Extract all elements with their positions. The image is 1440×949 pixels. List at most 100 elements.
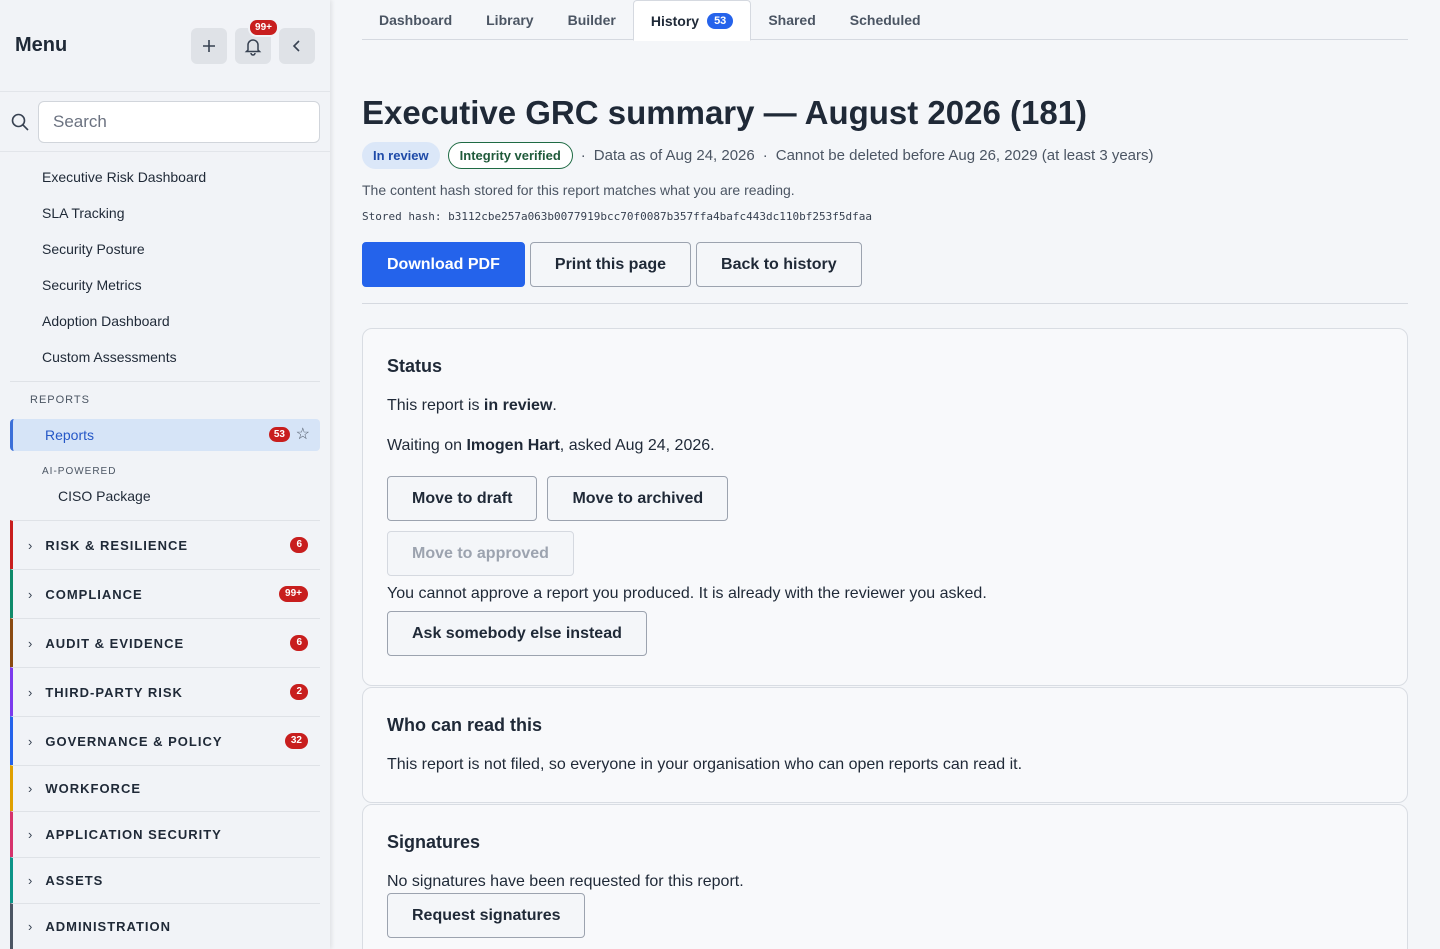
reports-count-badge: 53 bbox=[268, 427, 290, 442]
group-label: GOVERNANCE & POLICY bbox=[45, 733, 223, 749]
group-application-security[interactable]: › APPLICATION SECURITY bbox=[10, 811, 320, 857]
group-assets[interactable]: › ASSETS bbox=[10, 857, 320, 903]
group-administration[interactable]: › ADMINISTRATION bbox=[10, 903, 320, 949]
signatures-actions: Request signatures bbox=[387, 893, 1383, 938]
waiting-suffix: , asked Aug 24, 2026. bbox=[559, 437, 715, 454]
tab-builder[interactable]: Builder bbox=[551, 0, 633, 40]
tab-history[interactable]: History 53 bbox=[632, 0, 752, 41]
status-actions: Move to draft Move to archived bbox=[387, 476, 1383, 521]
data-as-of: Data as of Aug 24, 2026 bbox=[593, 147, 755, 164]
page-title: Executive GRC summary — August 2026 (181… bbox=[362, 94, 1088, 131]
bell-icon bbox=[244, 38, 262, 56]
group-label: THIRD-PARTY RISK bbox=[45, 684, 183, 700]
tab-library[interactable]: Library bbox=[469, 0, 550, 40]
divider bbox=[10, 381, 320, 382]
nav-adoption-dashboard[interactable]: Adoption Dashboard bbox=[0, 303, 330, 339]
sidebar-groups: › RISK & RESILIENCE 6 › COMPLIANCE 99+ ›… bbox=[0, 520, 330, 949]
stored-hash: Stored hash: b3112cbe257a063b0077919bcc7… bbox=[362, 210, 872, 223]
chevron-right-icon: › bbox=[28, 919, 34, 934]
group-label: WORKFORCE bbox=[45, 781, 142, 796]
waiting-prefix: Waiting on bbox=[387, 437, 467, 454]
group-count-badge: 99+ bbox=[279, 586, 308, 602]
approve-row: Move to approved bbox=[387, 531, 1383, 576]
group-compliance[interactable]: › COMPLIANCE 99+ bbox=[10, 569, 320, 618]
group-audit-evidence[interactable]: › AUDIT & EVIDENCE 6 bbox=[10, 618, 320, 667]
request-signatures-button[interactable]: Request signatures bbox=[387, 893, 586, 938]
group-label: COMPLIANCE bbox=[45, 586, 143, 602]
access-heading: Who can read this bbox=[387, 715, 543, 735]
notification-count-badge: 99+ bbox=[248, 17, 279, 37]
reports-label: Reports bbox=[45, 427, 95, 443]
ask-somebody-else-button[interactable]: Ask somebody else instead bbox=[387, 611, 647, 656]
history-count-badge: 53 bbox=[707, 12, 734, 29]
chevron-right-icon: › bbox=[28, 684, 34, 700]
divider bbox=[362, 303, 1408, 304]
reviewer-name: Imogen Hart bbox=[466, 437, 560, 454]
chevron-right-icon: › bbox=[28, 781, 34, 796]
status-prefix: This report is bbox=[387, 397, 484, 414]
chevron-right-icon: › bbox=[28, 586, 34, 602]
group-label: ADMINISTRATION bbox=[45, 919, 172, 934]
move-to-draft-button[interactable]: Move to draft bbox=[387, 476, 538, 521]
access-text: This report is not filed, so everyone in… bbox=[387, 756, 1023, 773]
group-label: RISK & RESILIENCE bbox=[45, 537, 189, 553]
chevron-right-icon: › bbox=[28, 537, 34, 553]
ask-row: Ask somebody else instead bbox=[387, 611, 1383, 656]
hash-note: The content hash stored for this report … bbox=[362, 182, 795, 198]
cannot-approve-note: You cannot approve a report you produced… bbox=[387, 585, 987, 602]
nav-sla-tracking[interactable]: SLA Tracking bbox=[0, 195, 330, 231]
nav-executive-risk-dashboard[interactable]: Executive Risk Dashboard bbox=[0, 159, 330, 195]
download-pdf-button[interactable]: Download PDF bbox=[362, 242, 525, 287]
nav-custom-assessments[interactable]: Custom Assessments bbox=[0, 339, 330, 375]
plus-icon bbox=[203, 39, 215, 52]
nav-security-metrics[interactable]: Security Metrics bbox=[0, 267, 330, 303]
search-icon bbox=[11, 113, 29, 131]
integrity-badge: Integrity verified bbox=[447, 142, 573, 169]
nav-security-posture[interactable]: Security Posture bbox=[0, 231, 330, 267]
status-suffix: . bbox=[552, 397, 557, 414]
chevron-right-icon: › bbox=[28, 635, 34, 651]
status-badge: In review bbox=[362, 142, 440, 169]
status-line: This report is in review. bbox=[387, 397, 1383, 415]
group-governance-policy[interactable]: › GOVERNANCE & POLICY 32 bbox=[10, 716, 320, 765]
signatures-heading: Signatures bbox=[387, 832, 481, 852]
sidebar-item-reports[interactable]: Reports 53 ☆ bbox=[10, 419, 320, 451]
signatures-text: No signatures have been requested for th… bbox=[387, 873, 744, 890]
back-to-history-button[interactable]: Back to history bbox=[696, 242, 862, 287]
star-icon[interactable]: ☆ bbox=[296, 424, 310, 444]
sidebar-search: Search bbox=[0, 92, 330, 152]
group-count-badge: 32 bbox=[284, 733, 308, 749]
status-card: Status This report is in review. Waiting… bbox=[362, 328, 1408, 686]
separator: · bbox=[762, 147, 768, 164]
collapse-sidebar-button[interactable] bbox=[279, 27, 315, 64]
report-actions: Download PDF Print this page Back to his… bbox=[362, 242, 867, 287]
status-heading: Status bbox=[387, 356, 443, 376]
tab-scheduled[interactable]: Scheduled bbox=[833, 0, 938, 40]
group-risk-resilience[interactable]: › RISK & RESILIENCE 6 bbox=[10, 520, 320, 569]
add-button[interactable] bbox=[191, 27, 227, 64]
status-value: in review bbox=[483, 397, 553, 414]
sidebar-header: Menu 99+ bbox=[0, 0, 330, 92]
tab-shared[interactable]: Shared bbox=[751, 0, 832, 40]
retention-note: Cannot be deleted before Aug 26, 2029 (a… bbox=[775, 147, 1154, 164]
notifications-button[interactable]: 99+ bbox=[235, 17, 279, 64]
group-label: AUDIT & EVIDENCE bbox=[45, 635, 185, 651]
search-placeholder: Search bbox=[53, 111, 107, 131]
group-count-badge: 6 bbox=[290, 635, 308, 651]
waiting-line: Waiting on Imogen Hart, asked Aug 24, 20… bbox=[387, 437, 1383, 455]
chevron-left-icon bbox=[292, 39, 300, 52]
nav-ciso-package[interactable]: CISO Package bbox=[0, 479, 330, 513]
print-button[interactable]: Print this page bbox=[529, 242, 692, 287]
reports-section-label: REPORTS bbox=[30, 394, 90, 406]
chevron-right-icon: › bbox=[28, 873, 34, 888]
move-to-archived-button[interactable]: Move to archived bbox=[547, 476, 729, 521]
chevron-right-icon: › bbox=[28, 733, 34, 749]
group-workforce[interactable]: › WORKFORCE bbox=[10, 765, 320, 811]
search-input[interactable]: Search bbox=[38, 100, 320, 143]
tab-dashboard[interactable]: Dashboard bbox=[362, 0, 469, 40]
group-count-badge: 6 bbox=[290, 537, 308, 553]
group-label: APPLICATION SECURITY bbox=[45, 827, 222, 842]
group-count-badge: 2 bbox=[290, 684, 308, 700]
move-to-approved-button[interactable]: Move to approved bbox=[387, 531, 574, 576]
group-third-party-risk[interactable]: › THIRD-PARTY RISK 2 bbox=[10, 667, 320, 716]
